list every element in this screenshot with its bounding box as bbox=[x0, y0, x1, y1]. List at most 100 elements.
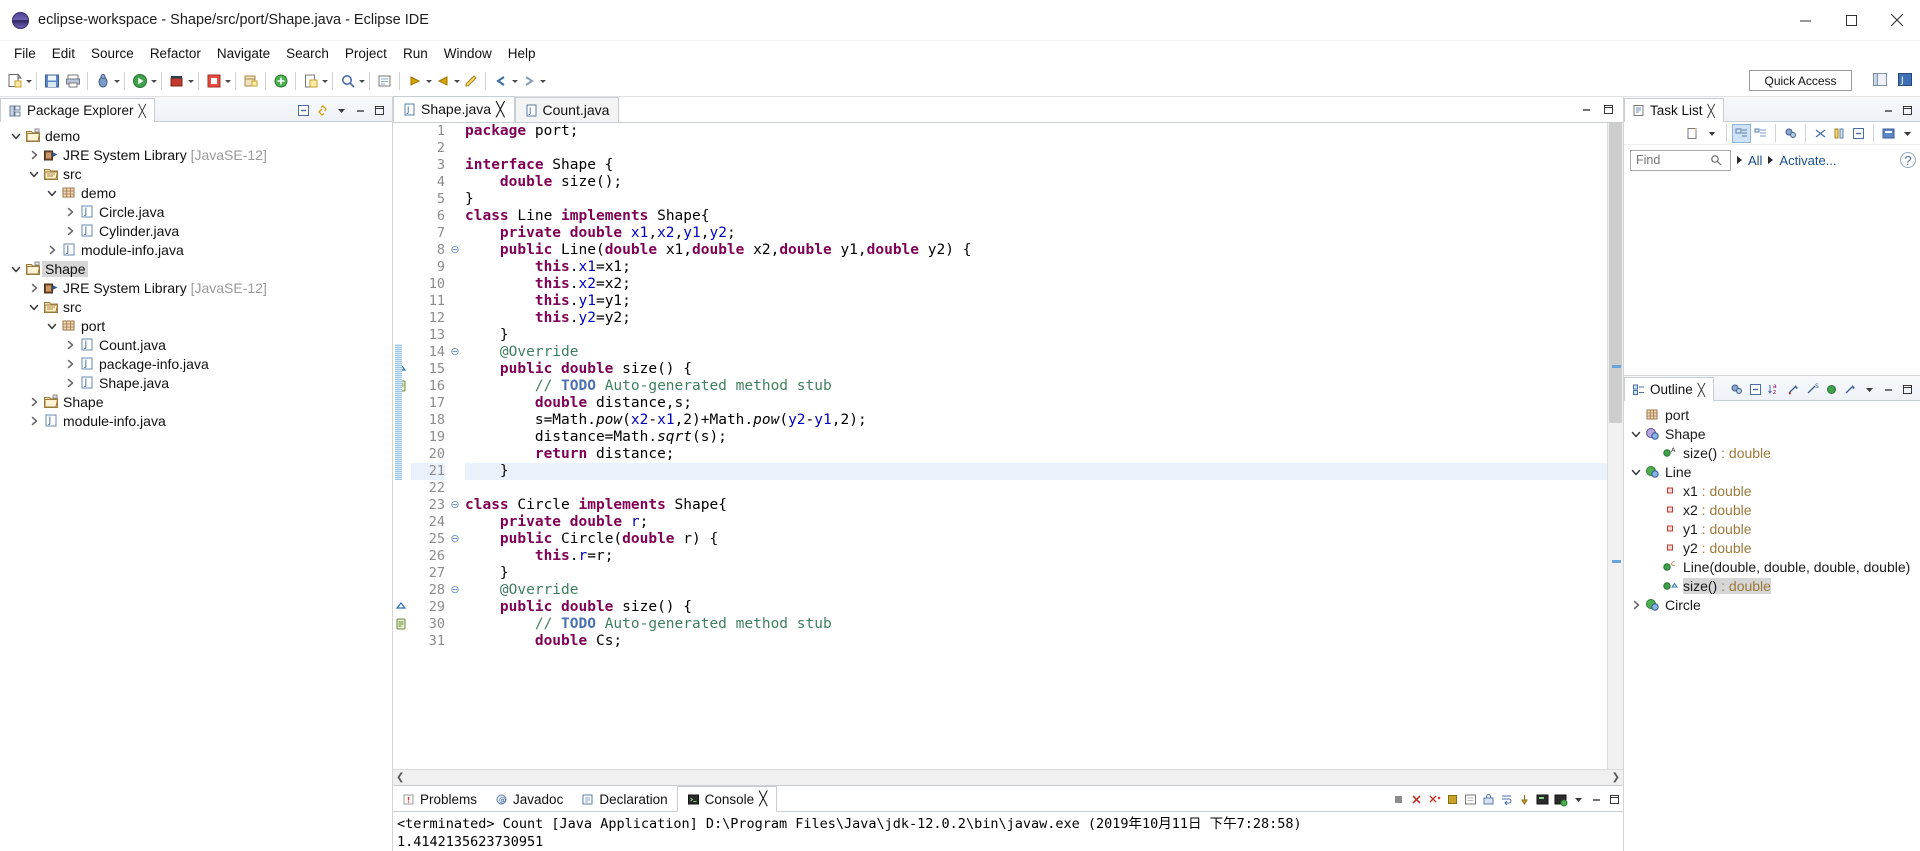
help-icon[interactable]: ? bbox=[1900, 152, 1916, 168]
outline-item-size-[interactable]: Asize() : double bbox=[1624, 443, 1920, 462]
tree-twisty[interactable] bbox=[62, 223, 78, 239]
tab-console[interactable]: Console ╳ bbox=[676, 786, 778, 812]
fold-toggle-icon[interactable]: ⊖ bbox=[449, 497, 461, 514]
outline-tree[interactable]: port Shape Asize() : double Line x1 : double… bbox=[1624, 401, 1920, 614]
code-line[interactable]: s=Math.pow(x2-x1,2)+Math.pow(y2-y1,2); bbox=[465, 412, 1607, 429]
hide-fields-icon[interactable] bbox=[1785, 381, 1802, 398]
hide-local-types-icon[interactable] bbox=[1842, 381, 1859, 398]
tree-item-circle-java[interactable]: J Circle.java bbox=[0, 202, 392, 221]
last-edit-location-icon[interactable] bbox=[460, 69, 481, 93]
outline-item-size-[interactable]: size() : double bbox=[1624, 576, 1920, 595]
fold-toggle-icon[interactable]: ⊖ bbox=[449, 344, 461, 361]
search-icon[interactable] bbox=[337, 69, 358, 93]
code-line[interactable]: this.x1=x1; bbox=[465, 259, 1607, 276]
tab-javadoc[interactable]: @ Javadoc bbox=[486, 787, 572, 811]
outline-twisty[interactable] bbox=[1646, 540, 1662, 556]
maximize-button[interactable] bbox=[1828, 0, 1874, 40]
editor-vertical-scrollbar[interactable] bbox=[1607, 123, 1623, 769]
tree-twisty[interactable] bbox=[8, 128, 24, 144]
tree-twisty[interactable] bbox=[26, 394, 42, 410]
close-button[interactable] bbox=[1874, 0, 1920, 40]
code-line[interactable]: interface Shape { bbox=[465, 157, 1607, 174]
code-line[interactable]: this.r=r; bbox=[465, 548, 1607, 565]
outline-item-x1[interactable]: x1 : double bbox=[1624, 481, 1920, 500]
code-line[interactable]: double size(); bbox=[465, 174, 1607, 191]
open-type-icon[interactable] bbox=[374, 69, 395, 93]
menu-refactor[interactable]: Refactor bbox=[142, 43, 209, 64]
outline-twisty[interactable] bbox=[1628, 464, 1644, 480]
pin-console-icon[interactable] bbox=[1516, 791, 1533, 808]
tab-package-explorer[interactable]: Package Explorer ╳ bbox=[0, 98, 155, 122]
code-line[interactable]: public double size() { bbox=[465, 361, 1607, 378]
outline-twisty[interactable] bbox=[1646, 578, 1662, 594]
tree-item-demo[interactable]: demo bbox=[0, 126, 392, 145]
tree-item-module-info-java[interactable]: Jmodule-info.java bbox=[0, 411, 392, 430]
display-selected-console-icon[interactable] bbox=[1534, 791, 1551, 808]
outline-item-x2[interactable]: x2 : double bbox=[1624, 500, 1920, 519]
synchronize-icon[interactable] bbox=[1812, 125, 1829, 142]
tree-item-shape-java[interactable]: J Shape.java bbox=[0, 373, 392, 392]
collapse-all-icon[interactable] bbox=[1850, 125, 1867, 142]
tree-twisty[interactable] bbox=[44, 318, 60, 334]
menu-help[interactable]: Help bbox=[500, 43, 544, 64]
tree-item-shape[interactable]: Shape bbox=[0, 259, 392, 278]
code-line[interactable] bbox=[465, 140, 1607, 157]
tab-outline[interactable]: Outline ╳ bbox=[1624, 377, 1715, 401]
outline-twisty[interactable] bbox=[1628, 426, 1644, 442]
outline-item-y1[interactable]: y1 : double bbox=[1624, 519, 1920, 538]
remove-all-terminated-icon[interactable] bbox=[1426, 791, 1443, 808]
menu-source[interactable]: Source bbox=[83, 43, 142, 64]
sort-icon[interactable]: az bbox=[1766, 381, 1783, 398]
annotation-gutter[interactable] bbox=[393, 123, 411, 769]
scroll-left-icon[interactable]: ❮ bbox=[396, 772, 404, 783]
menu-run[interactable]: Run bbox=[395, 43, 436, 64]
search-dropdown-icon[interactable] bbox=[359, 79, 365, 83]
tree-twisty[interactable] bbox=[26, 299, 42, 315]
filter-activate-arrow-icon[interactable] bbox=[1768, 156, 1774, 164]
new-task-dropdown-icon[interactable] bbox=[1703, 125, 1720, 142]
editor-horizontal-scrollbar[interactable]: ❮ ❯ bbox=[393, 769, 1623, 785]
forward-dropdown-icon[interactable] bbox=[540, 79, 546, 83]
tree-item-cylinder-java[interactable]: J Cylinder.java bbox=[0, 221, 392, 240]
view-menu-icon[interactable] bbox=[333, 102, 350, 119]
tree-twisty[interactable] bbox=[44, 185, 60, 201]
scroll-lock-icon[interactable] bbox=[1480, 791, 1497, 808]
maximize-icon[interactable] bbox=[1606, 791, 1623, 808]
debug-icon[interactable] bbox=[92, 69, 113, 93]
print-icon[interactable] bbox=[62, 69, 83, 93]
tree-item-src[interactable]: src bbox=[0, 164, 392, 183]
tree-item-jre-system-library[interactable]: JRE System Library [JavaSE-12] bbox=[0, 145, 392, 164]
outline-twisty[interactable] bbox=[1646, 445, 1662, 461]
tree-item-package-info-java[interactable]: Jpackage-info.java bbox=[0, 354, 392, 373]
minimize-icon[interactable] bbox=[1880, 381, 1897, 398]
menu-window[interactable]: Window bbox=[436, 43, 500, 64]
new-package-icon[interactable] bbox=[270, 69, 291, 93]
back-icon[interactable] bbox=[490, 69, 511, 93]
minimize-icon[interactable] bbox=[352, 102, 369, 119]
outline-twisty[interactable] bbox=[1646, 559, 1662, 575]
maximize-icon[interactable] bbox=[1600, 101, 1617, 118]
todo-task-marker-icon[interactable] bbox=[393, 616, 411, 633]
code-line[interactable]: public Line(double x1,double x2,double y… bbox=[465, 242, 1607, 259]
previous-annotation-icon[interactable] bbox=[432, 69, 453, 93]
hide-nonpublic-icon[interactable] bbox=[1823, 381, 1840, 398]
outline-item-y2[interactable]: y2 : double bbox=[1624, 538, 1920, 557]
code-line[interactable]: } bbox=[465, 565, 1607, 582]
new-class-dropdown-icon[interactable] bbox=[322, 79, 328, 83]
minimize-icon[interactable] bbox=[1578, 101, 1595, 118]
collapse-all-icon[interactable] bbox=[295, 102, 312, 119]
code-line[interactable]: // TODO Auto-generated method stub bbox=[465, 378, 1607, 395]
debug-dropdown-icon[interactable] bbox=[114, 79, 120, 83]
schedule-icon[interactable] bbox=[1752, 125, 1769, 142]
view-menu-icon[interactable] bbox=[1861, 381, 1878, 398]
tree-item-count-java[interactable]: J Count.java bbox=[0, 335, 392, 354]
close-icon[interactable]: ╳ bbox=[139, 104, 146, 118]
code-line[interactable] bbox=[465, 480, 1607, 497]
project-tree[interactable]: demo JRE System Library [JavaSE-12] src dem… bbox=[0, 122, 392, 430]
code-line[interactable]: distance=Math.sqrt(s); bbox=[465, 429, 1607, 446]
tree-twisty[interactable] bbox=[62, 337, 78, 353]
run-icon[interactable] bbox=[129, 69, 150, 93]
find-input-wrapper[interactable] bbox=[1630, 149, 1731, 171]
code-line[interactable]: this.y1=y1; bbox=[465, 293, 1607, 310]
focus-icon[interactable] bbox=[1728, 381, 1745, 398]
